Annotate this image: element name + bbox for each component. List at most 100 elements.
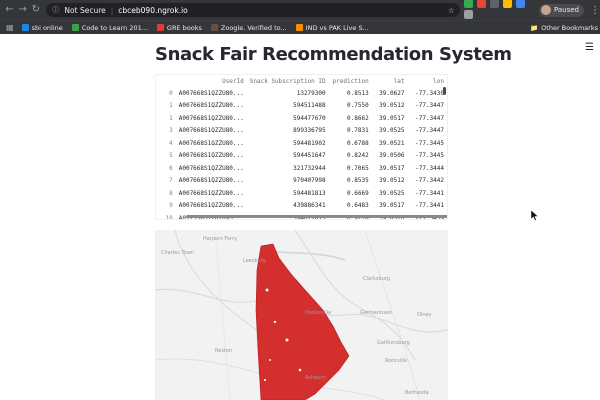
table-row[interactable]: 9 A007668S1QZZU80... 439886341 0.6483 39.051…	[156, 200, 447, 213]
map-label: Germantown	[360, 310, 393, 316]
app-page: ☰ Snack Fair Recommendation System UserI…	[0, 34, 600, 400]
table-cell: -77.3447	[415, 102, 444, 110]
table-row[interactable]: 8 A007668S1QZZU80... 594481813 0.6669 39.052…	[156, 187, 447, 200]
table-cell: 321732944	[293, 164, 326, 172]
extension-icons	[460, 0, 533, 21]
extension-icon[interactable]	[463, 0, 473, 8]
address-separator: |	[110, 5, 114, 15]
profile-button[interactable]: Paused	[538, 3, 584, 17]
bookmark-item-4[interactable]: IND vs PAK Live S...	[295, 23, 369, 32]
info-icon[interactable]: ⓘ	[52, 5, 59, 15]
table-cell: -77.3444	[415, 164, 444, 172]
table-cell: 0.8535	[347, 177, 369, 185]
back-icon[interactable]: ←	[3, 0, 16, 20]
data-table[interactable]: UserId Snack Subscription ID prediction lat…	[155, 74, 448, 220]
table-cell: 594511488	[293, 102, 326, 110]
map-label: Gaithersburg	[377, 340, 410, 346]
bookmark-favicon-icon	[21, 24, 29, 31]
address-bar[interactable]: ⓘ Not Secure | cbceb090.ngrok.io ☆	[46, 3, 460, 17]
table-cell: -77.3447	[415, 114, 444, 122]
browser-toolbar: ← → ↻ ⓘ Not Secure | cbceb090.ngrok.io ☆…	[0, 0, 600, 20]
table-cell: A007668S1QZZU80...	[178, 89, 244, 97]
vertical-scrollbar[interactable]	[443, 87, 446, 95]
row-index: 9	[169, 202, 173, 210]
extension-icon[interactable]	[463, 10, 473, 19]
table-cell: 0.7065	[347, 164, 369, 172]
browser-menu-icon[interactable]: ⋮	[590, 5, 600, 16]
table-cell: A007668S1QZZU80...	[178, 102, 244, 110]
table-cell: A007668S1QZZU80...	[178, 177, 244, 185]
table-cell: 39.0517	[379, 202, 405, 210]
table-header-cell[interactable]: prediction	[329, 75, 372, 87]
url-text[interactable]: cbceb090.ngrok.io	[118, 6, 188, 15]
bookmark-label: IND vs PAK Live S...	[305, 23, 369, 32]
other-bookmarks[interactable]: 📁 Other Bookmarks	[530, 21, 598, 34]
table-cell: 39.0506	[379, 152, 405, 160]
table-cell: 0.8513	[347, 89, 369, 97]
table-cell: 0.6669	[347, 189, 369, 197]
table-row[interactable]: 0 A007668S1QZZU80... 13279300 0.8513 39.0627…	[156, 87, 447, 100]
table-cell: 39.0627	[379, 89, 405, 97]
table-row[interactable]: 3 A007668S1QZZU80... 899336795 0.7831 39.052…	[156, 125, 447, 138]
table-header-cell[interactable]: lon	[407, 75, 447, 87]
table-cell: 39.0512	[379, 177, 405, 185]
bookmark-item-1[interactable]: Code to Learn 201...	[71, 24, 148, 32]
table-cell: A007668S1QZZU80...	[178, 139, 244, 147]
hamburger-menu-icon[interactable]: ☰	[585, 42, 594, 53]
map-label: Clarksburg	[363, 276, 390, 282]
row-index: 3	[169, 127, 173, 135]
table-cell: -77.3447	[415, 127, 444, 135]
star-icon[interactable]: ☆	[448, 6, 455, 15]
table-cell: 970407998	[293, 177, 326, 185]
apps-icon[interactable]: ▦	[6, 23, 14, 32]
map-label: Charles Town	[161, 250, 194, 256]
table-cell: A007668S1QZZU80...	[178, 164, 244, 172]
bookmark-item-2[interactable]: GRE books	[156, 24, 202, 32]
extension-icon[interactable]	[476, 0, 486, 8]
table-header-index[interactable]	[156, 75, 176, 87]
table-row[interactable]: 4 A007668S1QZZU80... 594481902 0.6788 39.052…	[156, 137, 447, 150]
map-label: Olney	[417, 312, 432, 318]
table-header-cell[interactable]: lat	[372, 75, 408, 87]
reload-icon[interactable]: ↻	[29, 0, 42, 20]
table-row[interactable]: 1 A007668S1QZZU80... 594511488 0.7550 39.051…	[156, 100, 447, 113]
table-cell: 899336795	[293, 127, 326, 135]
table-cell: -77.3445	[415, 139, 444, 147]
table-cell: 39.0525	[379, 189, 405, 197]
map-canvas	[155, 230, 448, 400]
horizontal-scrollbar[interactable]	[186, 215, 447, 218]
map-view[interactable]: Harpers Ferry Charles Town Leesburg Pool…	[155, 230, 448, 400]
extension-icon[interactable]	[515, 0, 525, 8]
mouse-cursor-icon	[531, 210, 539, 221]
forward-icon[interactable]: →	[16, 0, 29, 20]
bookmark-item-3[interactable]: Zoogle. Verified to...	[210, 24, 287, 32]
table-row[interactable]: 6 A007668S1QZZU80... 321732944 0.7065 39.051…	[156, 162, 447, 175]
table-cell: -77.3441	[415, 189, 444, 197]
map-label: Ashburn	[305, 375, 326, 381]
table-cell: -77.3441	[415, 202, 444, 210]
table-cell: 39.0525	[379, 127, 405, 135]
table-cell: A007668S1QZZU80...	[178, 114, 244, 122]
table-cell: 0.7831	[347, 127, 369, 135]
extension-icon[interactable]	[489, 0, 499, 8]
extension-icon[interactable]	[502, 0, 512, 8]
row-index: 5	[169, 152, 173, 160]
table-row[interactable]: 5 A007668S1QZZU80... 594451647 0.8242 39.050…	[156, 150, 447, 163]
other-bookmarks-label: Other Bookmarks	[541, 24, 598, 32]
table-cell: 594451647	[293, 152, 326, 160]
table-row[interactable]: 7 A007668S1QZZU80... 970407998 0.8535 39.051…	[156, 175, 447, 188]
table-header-cell[interactable]: Snack Subscription ID	[247, 75, 329, 87]
row-index: 4	[169, 139, 173, 147]
map-label: Rockville	[385, 358, 408, 364]
table-cell: 39.0521	[379, 139, 405, 147]
table-header-cell[interactable]: UserId	[176, 75, 247, 87]
table-header-row: UserId Snack Subscription ID prediction lat…	[156, 75, 447, 87]
table-row[interactable]: 1 A007668S1QZZU80... 594477670 0.8662 39.051…	[156, 112, 447, 125]
page-title: Snack Fair Recommendation System	[155, 44, 512, 65]
map-label: Bethesda	[405, 390, 429, 396]
map-label: Reston	[215, 348, 233, 354]
table-cell: 0.6788	[347, 139, 369, 147]
table-cell: 0.8662	[347, 114, 369, 122]
table-cell: A007668S1QZZU80...	[178, 202, 244, 210]
bookmark-item-0[interactable]: sbi online	[21, 24, 63, 32]
